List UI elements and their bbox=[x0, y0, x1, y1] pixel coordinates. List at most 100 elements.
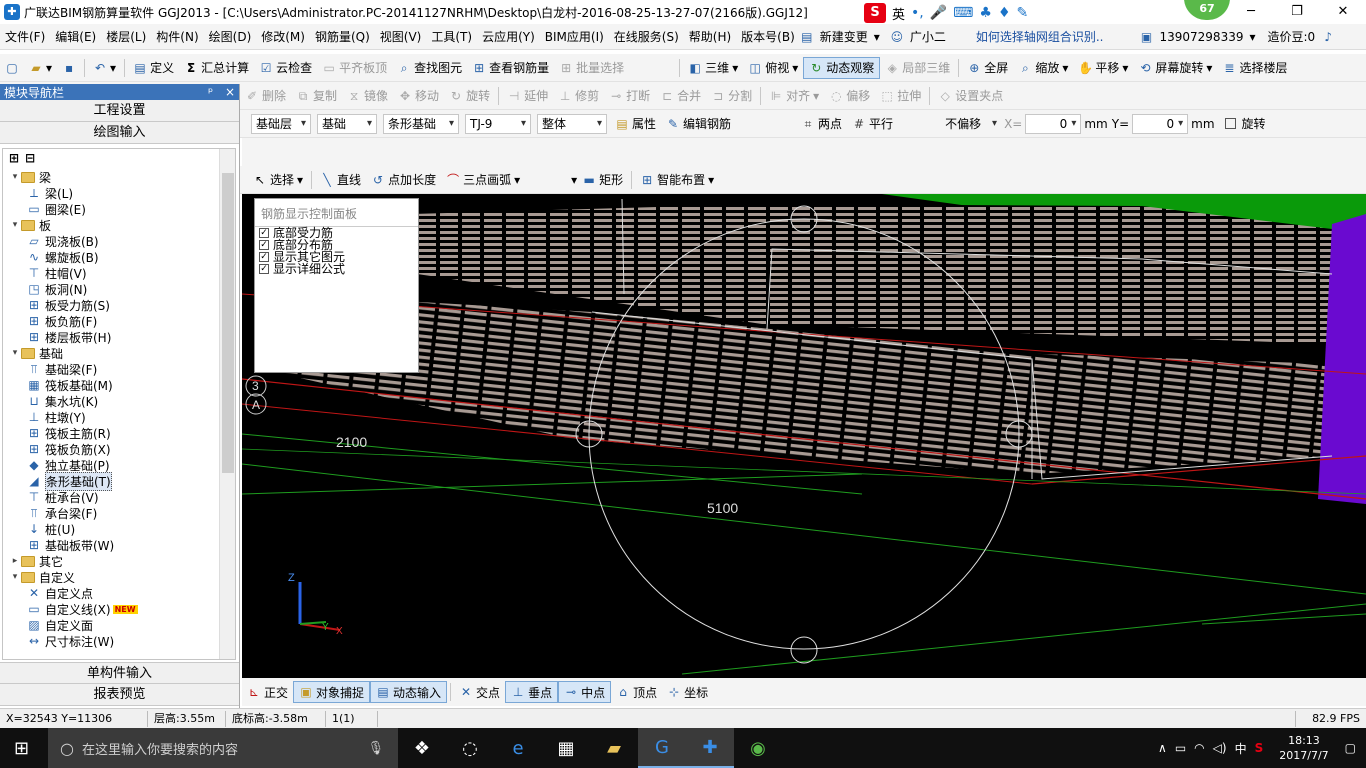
align-button[interactable]: ⊫ 对齐 ▾ bbox=[764, 85, 824, 107]
element-select[interactable]: TJ-9 bbox=[465, 113, 531, 134]
offset-button[interactable]: ◌ 偏移 bbox=[824, 85, 875, 107]
scrollbar-thumb[interactable] bbox=[222, 173, 234, 473]
dynamic-view-button[interactable]: ↻ 动态观察 bbox=[803, 56, 881, 79]
keyboard-icon[interactable]: ⌨ bbox=[953, 5, 973, 21]
copy-button[interactable]: ⧉ 复制 bbox=[291, 85, 342, 107]
input-language[interactable]: 中 bbox=[1235, 740, 1247, 757]
tree-item[interactable]: ⊞ 楼层板带(H) bbox=[3, 329, 235, 345]
tree-item[interactable]: ⊞ 筏板主筋(R) bbox=[3, 425, 235, 441]
windows-start-icon[interactable]: ⊞ bbox=[14, 738, 29, 759]
menu-modify[interactable]: 修改(M) bbox=[256, 28, 310, 45]
checkbox-checked-icon[interactable]: ✓ bbox=[259, 228, 269, 238]
top-view-button[interactable]: ◫ 俯视 ▾ bbox=[743, 57, 803, 79]
tree-item[interactable]: ↔ 尺寸标注(W) bbox=[3, 633, 235, 649]
rotate-button[interactable]: ↻ 旋转 bbox=[444, 85, 495, 107]
maximize-button[interactable]: ❐ bbox=[1274, 0, 1320, 24]
ggj-app-icon[interactable]: ✚ bbox=[686, 728, 734, 768]
price-bean-label[interactable]: 造价豆:0 bbox=[1268, 28, 1316, 45]
chevron-up-icon[interactable]: ∧ bbox=[1158, 741, 1167, 755]
account-button[interactable]: ▣ 13907298339 ▾ bbox=[1139, 30, 1256, 44]
tree-item[interactable]: ▱ 现浇板(B) bbox=[3, 233, 235, 249]
property-button[interactable]: ▤ 属性 bbox=[610, 113, 661, 135]
x-input[interactable]: 0 bbox=[1025, 113, 1082, 134]
trim-button[interactable]: ⊥ 修剪 bbox=[553, 85, 604, 107]
local-3d-button[interactable]: ◈ 局部三维 bbox=[880, 57, 955, 79]
expander-closed-icon[interactable]: ▸ bbox=[9, 556, 21, 566]
bell-icon[interactable]: ♪ bbox=[1321, 30, 1335, 44]
tree-item[interactable]: ↓ 桩(U) bbox=[3, 521, 235, 537]
menu-floor[interactable]: 楼层(L) bbox=[101, 28, 151, 45]
tree-item[interactable]: ⊤ 桩承台(V) bbox=[3, 489, 235, 505]
stretch-button[interactable]: ⬚ 拉伸 bbox=[875, 85, 926, 107]
parallel-button[interactable]: # 平行 bbox=[847, 113, 898, 135]
move-button[interactable]: ✥ 移动 bbox=[393, 85, 444, 107]
edge-browser-icon[interactable]: e bbox=[494, 728, 542, 768]
midpoint-button[interactable]: ⊸ 中点 bbox=[558, 681, 612, 703]
tree-item[interactable]: ⫪ 基础梁(F) bbox=[3, 361, 235, 377]
menu-file[interactable]: 文件(F) bbox=[0, 28, 50, 45]
perpendicular-button[interactable]: ⊥ 垂点 bbox=[505, 681, 559, 703]
line-button[interactable]: ╲ 直线 bbox=[315, 169, 366, 191]
taskbar-clock[interactable]: 18:13 2017/7/7 bbox=[1279, 733, 1328, 763]
tree-item[interactable]: ⊤ 柱帽(V) bbox=[3, 265, 235, 281]
green-app-icon[interactable]: ◉ bbox=[734, 728, 782, 768]
tree-item[interactable]: ◢ 条形基础(T) bbox=[3, 471, 235, 491]
tree-item[interactable]: ⊥ 柱墩(Y) bbox=[3, 409, 235, 425]
menu-rebar[interactable]: 钢筋量(Q) bbox=[310, 28, 375, 45]
help-link[interactable]: 如何选择轴网组合识别.. bbox=[976, 28, 1104, 45]
split-button[interactable]: ⊐ 分割 bbox=[706, 85, 757, 107]
dynamic-input-button[interactable]: ▤ 动态输入 bbox=[370, 681, 448, 703]
single-input-button[interactable]: 单构件输入 bbox=[0, 662, 239, 684]
collapse-all-icon[interactable]: ⊟ bbox=[25, 151, 35, 167]
expander-open-icon[interactable]: ▾ bbox=[9, 572, 21, 582]
expander-open-icon[interactable]: ▾ bbox=[9, 172, 21, 182]
minimize-button[interactable]: ─ bbox=[1228, 0, 1274, 24]
tree-item[interactable]: ⫪ 承台梁(F) bbox=[3, 505, 235, 521]
menu-tools[interactable]: 工具(T) bbox=[426, 28, 477, 45]
wifi-icon[interactable]: ◠ bbox=[1194, 741, 1204, 755]
tree-folder[interactable]: ▸ 其它 bbox=[3, 553, 235, 569]
point-length-button[interactable]: ↺ 点加长度 bbox=[366, 169, 441, 191]
project-settings-button[interactable]: 工程设置 bbox=[0, 100, 239, 122]
new-file-button[interactable]: ▢ bbox=[0, 57, 24, 79]
tree-item[interactable]: ⊞ 板负筋(F) bbox=[3, 313, 235, 329]
orthogonal-button[interactable]: ⊾ 正交 bbox=[242, 681, 293, 703]
zoom-button[interactable]: ⌕ 缩放 ▾ bbox=[1013, 57, 1073, 79]
expander-open-icon[interactable]: ▾ bbox=[9, 348, 21, 358]
tree-folder[interactable]: ▾ 板 bbox=[3, 217, 235, 233]
merge-button[interactable]: ⊏ 合并 bbox=[655, 85, 706, 107]
report-preview-button[interactable]: 报表预览 bbox=[0, 684, 239, 706]
tree-item[interactable]: ▨ 自定义面 bbox=[3, 617, 235, 633]
whole-select[interactable]: 整体 bbox=[537, 113, 607, 134]
three-d-button[interactable]: ◧ 三维 ▾ bbox=[683, 57, 743, 79]
menu-help[interactable]: 帮助(H) bbox=[684, 28, 736, 45]
tree-item[interactable]: ⊞ 板受力筋(S) bbox=[3, 297, 235, 313]
menu-view[interactable]: 视图(V) bbox=[375, 28, 427, 45]
view-rebar-button[interactable]: ⊞ 查看钢筋量 bbox=[467, 57, 554, 79]
select-button[interactable]: ↖ 选择 ▾ bbox=[248, 169, 308, 191]
smart-place-button[interactable]: ⊞ 智能布置 ▾ bbox=[635, 169, 719, 191]
tree-item[interactable]: ⊞ 基础板带(W) bbox=[3, 537, 235, 553]
mic-icon[interactable]: 🎙 bbox=[367, 741, 384, 756]
tree-item[interactable]: ∿ 螺旋板(B) bbox=[3, 249, 235, 265]
store-icon[interactable]: ▦ bbox=[542, 728, 590, 768]
wrench-icon[interactable]: ✎ bbox=[1017, 5, 1029, 21]
menu-draw[interactable]: 绘图(D) bbox=[204, 28, 257, 45]
summary-calc-button[interactable]: Σ 汇总计算 bbox=[179, 57, 254, 79]
checkbox-checked-icon[interactable]: ✓ bbox=[259, 264, 269, 274]
open-file-button[interactable]: ▰ ▾ bbox=[24, 57, 57, 79]
checkbox-checked-icon[interactable]: ✓ bbox=[259, 252, 269, 262]
mirror-button[interactable]: ⧖ 镜像 bbox=[342, 85, 393, 107]
menu-cloud[interactable]: 云应用(Y) bbox=[477, 28, 540, 45]
menu-bim[interactable]: BIM应用(I) bbox=[540, 28, 609, 45]
arc-dropdown[interactable]: ▾ bbox=[525, 173, 577, 187]
tree-item[interactable]: ⊔ 集水坑(K) bbox=[3, 393, 235, 409]
punct-icon[interactable]: •, bbox=[911, 5, 924, 21]
vertex-button[interactable]: ⌂ 顶点 bbox=[611, 681, 662, 703]
screen-rotate-button[interactable]: ⟲ 屏幕旋转 ▾ bbox=[1133, 57, 1217, 79]
pan-button[interactable]: ✋ 平移 ▾ bbox=[1073, 57, 1133, 79]
mic-icon[interactable]: 🎤 bbox=[930, 5, 947, 21]
three-arc-button[interactable]: ⌒ 三点画弧 ▾ bbox=[441, 169, 525, 191]
tree-item[interactable]: ▭ 圈梁(E) bbox=[3, 201, 235, 217]
tree-item[interactable]: ⊞ 筏板负筋(X) bbox=[3, 441, 235, 457]
